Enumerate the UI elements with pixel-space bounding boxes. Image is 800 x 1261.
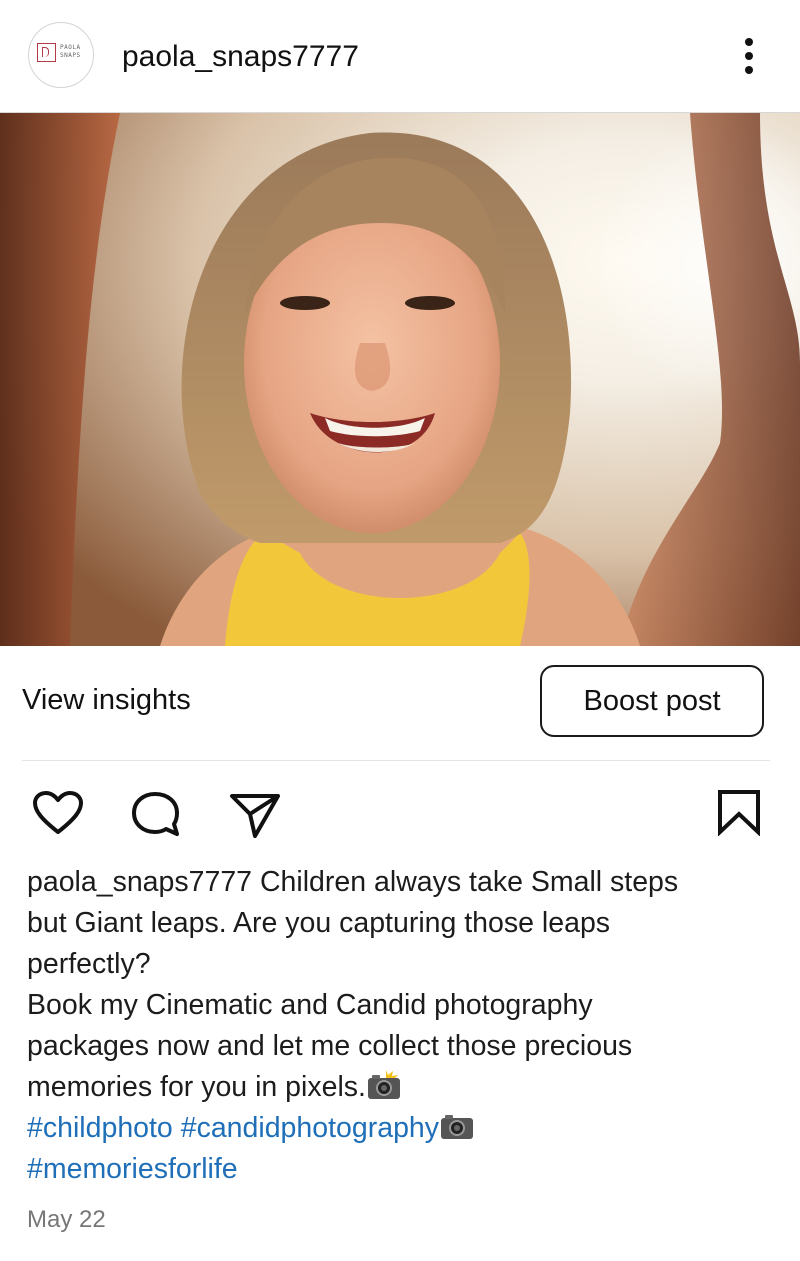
caption-text: memories for you in pixels. xyxy=(27,1071,366,1103)
more-options-button[interactable] xyxy=(735,36,765,76)
paola-logo-icon xyxy=(37,43,56,62)
caption-username[interactable]: paola_snaps7777 xyxy=(27,866,252,898)
camera-icon xyxy=(441,1115,474,1139)
bookmark-icon[interactable] xyxy=(716,788,762,836)
avatar-line2: SNAPS xyxy=(60,52,81,59)
hashtag-memoriesforlife[interactable]: #memoriesforlife xyxy=(27,1153,238,1185)
view-insights-link[interactable]: View insights xyxy=(22,680,191,720)
heart-icon[interactable] xyxy=(32,790,84,836)
more-dot xyxy=(745,38,753,46)
camera-flash-icon xyxy=(367,1070,400,1099)
divider xyxy=(22,760,770,761)
post-photo[interactable] xyxy=(0,113,800,646)
boost-post-button[interactable]: Boost post xyxy=(540,665,764,737)
caption-hashtags-line: #childphoto #candidphotography xyxy=(27,1108,772,1149)
share-icon[interactable] xyxy=(228,790,282,840)
caption-text: Children always take Small steps xyxy=(252,866,679,898)
avatar-wordmark: PAOLA SNAPS xyxy=(60,44,81,60)
username[interactable]: paola_snaps7777 xyxy=(122,37,359,77)
photo-image xyxy=(0,113,800,646)
caption-line-6: memories for you in pixels. xyxy=(27,1067,772,1108)
post-caption: paola_snaps7777 Children always take Sma… xyxy=(27,862,772,1190)
caption-line-5: packages now and let me collect those pr… xyxy=(27,1030,633,1062)
caption-hashtags-line-2: #memoriesforlife xyxy=(27,1149,772,1190)
post-date: May 22 xyxy=(27,1206,106,1233)
more-dot xyxy=(745,66,753,74)
avatar[interactable]: PAOLA SNAPS xyxy=(28,22,94,88)
more-dot xyxy=(745,52,753,60)
hashtag-childphoto[interactable]: #childphoto xyxy=(27,1112,173,1144)
comment-icon[interactable] xyxy=(130,790,182,840)
hashtag-candidphotography[interactable]: #candidphotography xyxy=(181,1112,439,1144)
caption-line-3: perfectly? xyxy=(27,948,151,980)
avatar-line1: PAOLA xyxy=(60,44,81,51)
caption-line-1: paola_snaps7777 Children always take Sma… xyxy=(27,862,772,903)
caption-line-2: but Giant leaps. Are you capturing those… xyxy=(27,907,611,939)
caption-line-4: Book my Cinematic and Candid photography xyxy=(27,989,593,1021)
post-header: PAOLA SNAPS paola_snaps7777 xyxy=(0,0,800,113)
